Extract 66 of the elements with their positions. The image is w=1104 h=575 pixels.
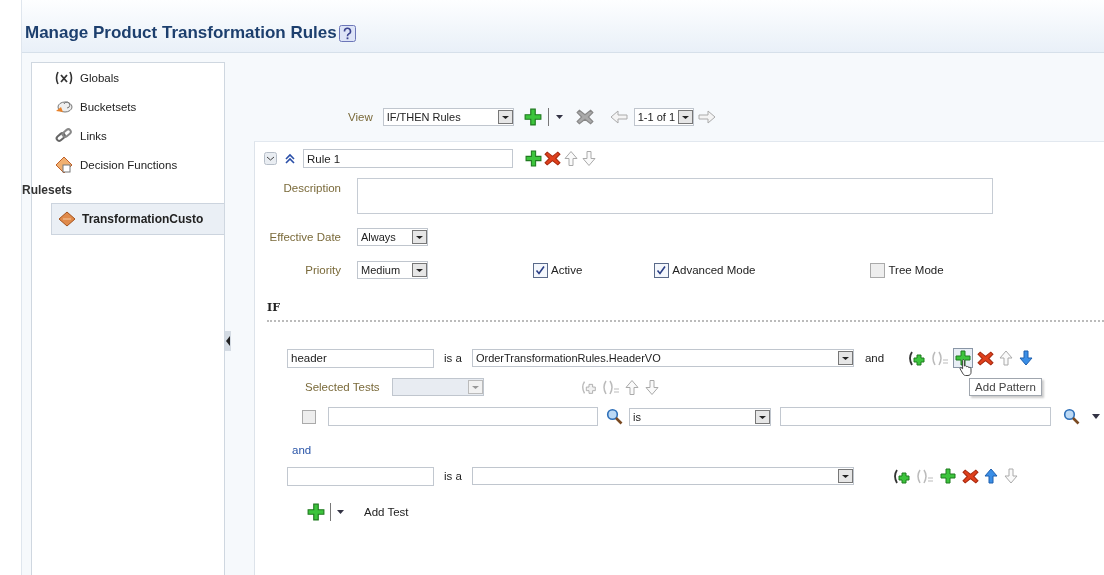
add-test-button[interactable]: Add Test xyxy=(364,506,409,518)
effective-date-label: Effective Date xyxy=(268,231,342,243)
is-a-label: is a xyxy=(444,352,462,364)
tooltip: Add Pattern xyxy=(969,378,1042,396)
checkbox[interactable] xyxy=(654,262,670,278)
rule-name-field[interactable]: Rule 1 xyxy=(303,149,513,168)
priority-select[interactable]: Medium xyxy=(357,261,428,279)
variable-field[interactable]: header xyxy=(287,348,434,368)
pager-select[interactable]: 1-1 of 1 xyxy=(633,108,694,126)
add-icon[interactable] xyxy=(523,108,542,126)
add-condition-icon[interactable] xyxy=(907,349,928,367)
if-heading: IF xyxy=(267,301,281,314)
caret-icon[interactable] xyxy=(336,509,345,515)
is-a-label: is a xyxy=(444,470,462,482)
sidebar-item[interactable]: Links xyxy=(80,129,107,142)
ruleset-icon xyxy=(58,211,76,227)
hand-cursor-icon xyxy=(959,358,974,376)
help-icon[interactable] xyxy=(338,24,356,42)
checkbox[interactable] xyxy=(533,262,548,278)
sidebar-item[interactable]: Globals xyxy=(80,71,119,84)
effective-date-select[interactable]: Always xyxy=(357,228,428,246)
function-icon xyxy=(54,155,74,174)
delete-icon[interactable] xyxy=(961,467,979,485)
add-pattern-button[interactable] xyxy=(937,466,958,486)
add-condition-icon[interactable] xyxy=(891,467,912,485)
operator-select[interactable]: is xyxy=(629,407,771,426)
caret-icon[interactable] xyxy=(1092,414,1100,419)
chain-link-icon xyxy=(54,127,74,144)
add-pattern-button[interactable] xyxy=(953,348,974,368)
up-arrow-icon[interactable] xyxy=(982,467,999,485)
add-icon[interactable] xyxy=(525,150,542,167)
double-up-chevron-icon[interactable] xyxy=(285,152,295,165)
sidebar-item[interactable]: Bucketsets xyxy=(80,100,137,113)
description-label: Description xyxy=(282,181,342,194)
variable-icon xyxy=(54,70,74,85)
sidebar-item[interactable]: Decision Functions xyxy=(80,158,178,171)
delete-icon[interactable] xyxy=(977,349,995,367)
rulesets-heading: Rulesets xyxy=(22,183,74,197)
page-title: Manage Product Transformation Rules xyxy=(25,23,337,43)
add-icon[interactable] xyxy=(307,503,325,521)
bucket-icon xyxy=(54,98,74,115)
search-icon[interactable] xyxy=(606,408,623,425)
left-operand-field[interactable] xyxy=(328,407,598,426)
priority-label: Priority xyxy=(304,264,342,276)
view-label: View xyxy=(348,111,373,123)
and-link[interactable]: and xyxy=(292,444,1104,456)
checkbox[interactable] xyxy=(870,262,886,278)
connector-label: and xyxy=(864,352,885,364)
delete-icon[interactable] xyxy=(544,150,561,167)
checkbox[interactable] xyxy=(302,409,316,424)
checkbox-label: Advanced Mode xyxy=(672,264,756,276)
checkbox-label: Active xyxy=(551,264,583,276)
collapse-chevron-icon[interactable] xyxy=(264,152,277,165)
caret-icon[interactable] xyxy=(554,114,564,120)
collapse-handle-icon[interactable] xyxy=(225,331,231,351)
checkbox-label: Tree Mode xyxy=(888,264,944,276)
down-arrow-icon[interactable] xyxy=(1018,349,1035,367)
right-operand-field[interactable] xyxy=(780,407,1051,426)
search-icon[interactable] xyxy=(1063,408,1080,425)
delete-icon[interactable] xyxy=(575,108,594,126)
selected-tests-label: Selected Tests xyxy=(305,381,380,393)
view-select[interactable]: IF/THEN Rules xyxy=(382,108,514,126)
description-field[interactable] xyxy=(357,178,993,214)
variable-field[interactable] xyxy=(287,466,434,486)
fact-type-select[interactable]: OrderTransformationRules.HeaderVO xyxy=(471,349,854,367)
ruleset-item[interactable]: TransformationCusto xyxy=(51,203,224,235)
